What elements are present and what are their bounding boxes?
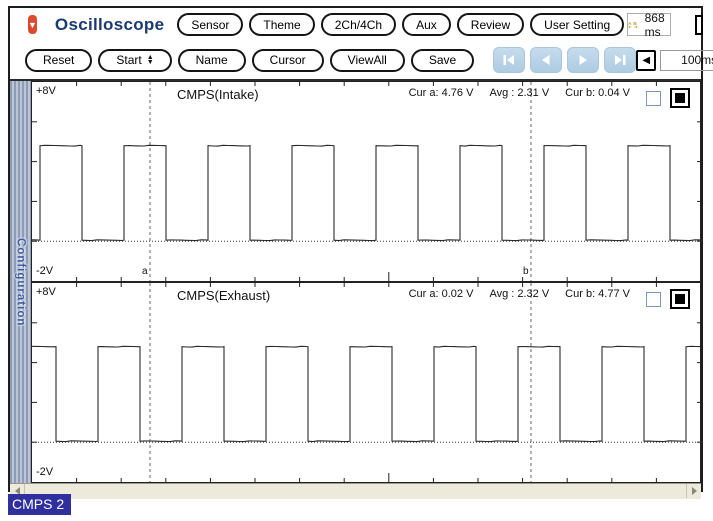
svg-text:B: B xyxy=(633,21,637,27)
voltage-bottom-label: -2V xyxy=(36,265,54,277)
scope-area: Configuration +8V -2V CMPS(Intake) Cur a: 4… xyxy=(10,81,702,483)
cursor-b-value: Cur b: 4.77 V xyxy=(565,288,630,300)
channel-panel-cmps-intake: +8V -2V CMPS(Intake) Cur a: 4.76 V Avg : 2.3… xyxy=(31,81,702,282)
cursor-a-value: Cur a: 0.02 V xyxy=(408,288,474,300)
app-dropdown-button[interactable]: ▼ xyxy=(28,15,37,34)
toolbar-secondary: Reset Start ▲ ▼ Name Cursor ViewAll Save ◀ 100m… xyxy=(10,41,713,81)
menu-button-sensor[interactable]: Sensor xyxy=(177,13,244,36)
button-label: Name xyxy=(195,53,228,67)
name-button[interactable]: Name xyxy=(177,48,246,72)
waveform-plot xyxy=(32,283,702,482)
button-label: Save xyxy=(428,53,457,67)
next-icon xyxy=(579,55,588,65)
menu-button-user-setting[interactable]: User Setting xyxy=(530,13,625,36)
cursor-b-value: Cur b: 0.04 V xyxy=(565,87,630,99)
start-button[interactable]: Start ▲ ▼ xyxy=(98,48,172,72)
record-next-button[interactable] xyxy=(567,47,600,73)
voltage-bottom-label: -2V xyxy=(36,466,54,478)
spinner-arrows-icon: ▲ ▼ xyxy=(146,54,154,66)
record-last-button[interactable] xyxy=(604,47,637,73)
waveform-plot xyxy=(32,82,702,281)
record-nav-group xyxy=(493,47,637,73)
reset-button[interactable]: Reset xyxy=(25,48,93,72)
ab-time-value: 868 ms xyxy=(644,10,665,39)
channel-panel-cmps-exhaust: +8V -2V CMPS(Exhaust) Cur a: 0.02 V Avg : 2.… xyxy=(31,282,702,483)
menu-button-review[interactable]: Review xyxy=(456,13,525,36)
ab-cursor-icon: A B xyxy=(628,21,638,28)
timebase-value: 100ms xyxy=(660,49,713,71)
channel-tab-cmps2[interactable]: CMPS 2 xyxy=(8,494,72,515)
channel-select-checkbox[interactable] xyxy=(646,292,661,307)
configuration-tab-label: Configuration xyxy=(14,237,27,327)
page-title: Oscilloscope xyxy=(54,14,165,34)
measurement-readout: Cur a: 0.02 V Avg : 2.32 V Cur b: 4.77 V xyxy=(409,288,630,300)
axis-ticks xyxy=(32,82,702,281)
record-first-button[interactable] xyxy=(493,47,526,73)
channel-select-checkbox[interactable] xyxy=(646,91,661,106)
horizontal-scrollbar[interactable] xyxy=(10,483,701,499)
measurement-readout: Cur a: 4.76 V Avg : 2.31 V Cur b: 0.04 V xyxy=(409,87,630,99)
previous-icon xyxy=(542,55,550,65)
channel-title: CMPS(Exhaust) xyxy=(177,288,271,303)
waveform-trace xyxy=(32,144,702,242)
menu-button-group: Sensor Theme 2Ch/4Ch Aux Review User Setting xyxy=(174,13,627,36)
average-value: Avg : 2.32 V xyxy=(489,288,550,300)
cursor-b-label: b xyxy=(523,266,529,277)
menu-button-2ch-4ch[interactable]: 2Ch/4Ch xyxy=(320,13,397,36)
channel-display-mode-button[interactable] xyxy=(670,289,690,309)
button-label: Start xyxy=(116,53,142,67)
timebase-decrease-button[interactable]: ◀ xyxy=(636,49,657,71)
button-label: Reset xyxy=(43,53,75,67)
last-icon xyxy=(615,55,626,65)
waveform-trace xyxy=(32,345,702,443)
timebase-control: ◀ 100ms ▶ xyxy=(636,49,713,71)
right-triangle-icon xyxy=(691,487,697,495)
filled-square-icon xyxy=(675,294,685,304)
viewall-button[interactable]: ViewAll xyxy=(329,48,405,72)
button-label: ViewAll xyxy=(347,53,387,67)
configuration-tab[interactable]: Configuration xyxy=(10,81,31,483)
channel-display-mode-button[interactable] xyxy=(670,88,690,108)
menu-button-theme[interactable]: Theme xyxy=(249,13,315,36)
voltage-top-label: +8V xyxy=(36,286,56,298)
button-label: Cursor xyxy=(269,53,306,67)
control-button-group: Reset Start ▲ ▼ Name Cursor ViewAll Save xyxy=(22,48,477,72)
cursor-a-value: Cur a: 4.76 V xyxy=(408,87,474,99)
toolbar-primary: ▼ Oscilloscope Sensor Theme 2Ch/4Ch Aux Revi… xyxy=(10,8,704,41)
first-icon xyxy=(503,55,515,65)
cursor-button[interactable]: Cursor xyxy=(251,48,324,72)
record-previous-button[interactable] xyxy=(530,47,563,73)
ab-time-display: A B 868 ms xyxy=(627,10,672,39)
oscilloscope-window: ▼ Oscilloscope Sensor Theme 2Ch/4Ch Aux Revi… xyxy=(8,6,713,499)
channel-title: CMPS(Intake) xyxy=(177,87,259,102)
channel-stack: +8V -2V CMPS(Intake) Cur a: 4.76 V Avg : 2.3… xyxy=(31,81,702,483)
dropdown-arrow-icon: ▼ xyxy=(28,19,37,30)
average-value: Avg : 2.31 V xyxy=(489,87,550,99)
filled-square-icon xyxy=(675,93,685,103)
voltage-top-label: +8V xyxy=(36,85,56,97)
list-menu-icon[interactable] xyxy=(695,14,704,35)
cursor-a-label: a xyxy=(142,266,148,277)
menu-button-aux[interactable]: Aux xyxy=(402,13,451,36)
scroll-right-button[interactable] xyxy=(686,484,701,498)
save-button[interactable]: Save xyxy=(410,48,475,72)
